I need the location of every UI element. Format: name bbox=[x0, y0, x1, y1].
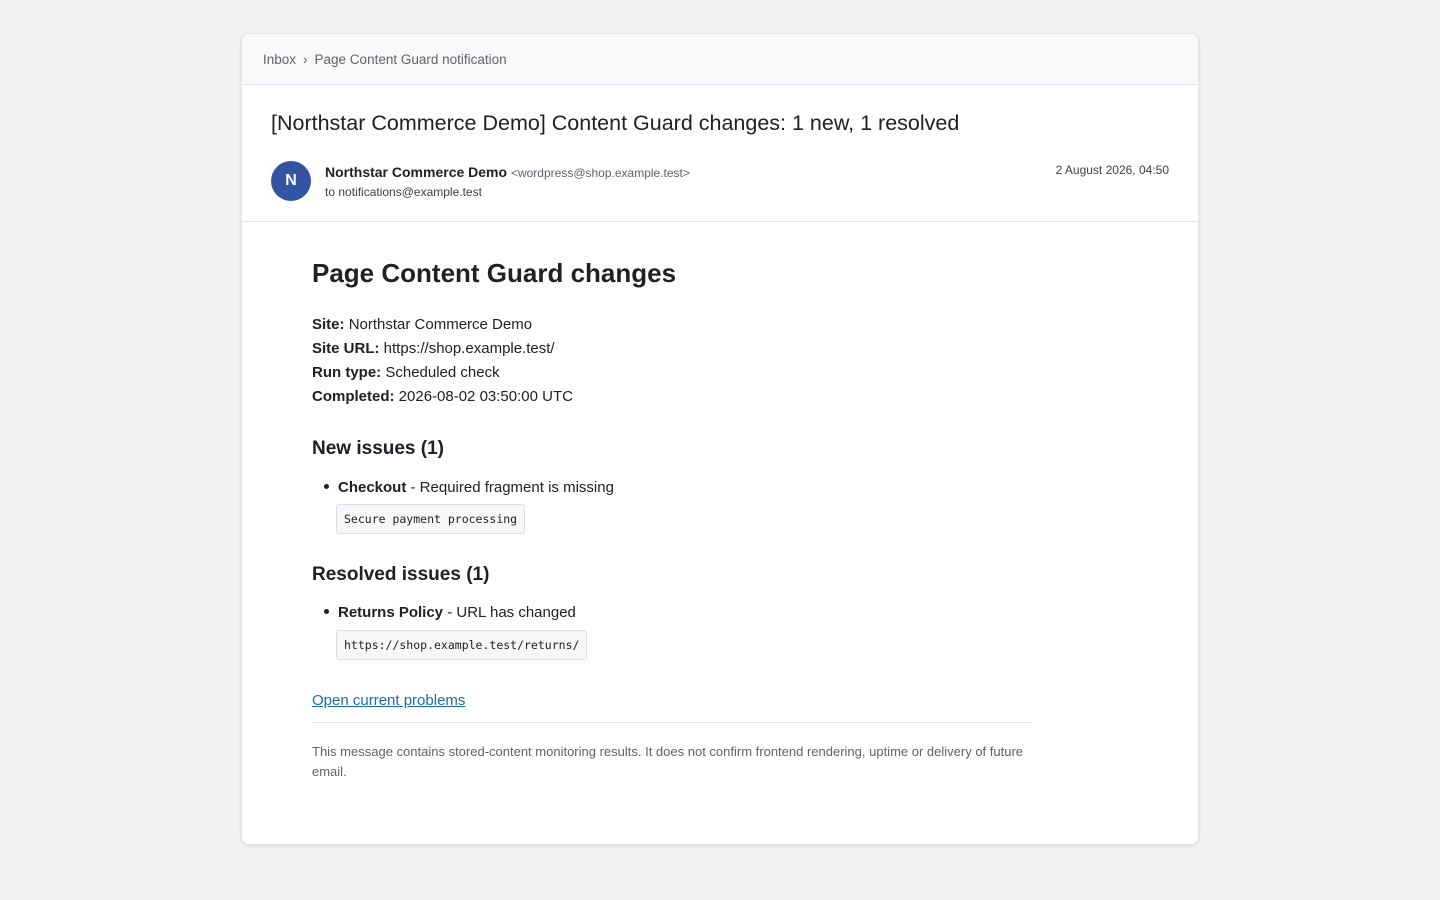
email-subject: [Northstar Commerce Demo] Content Guard … bbox=[271, 111, 960, 135]
bullet-icon bbox=[324, 483, 329, 489]
content-title: Page Content Guard changes bbox=[312, 258, 677, 288]
meta-value: Northstar Commerce Demo bbox=[348, 316, 533, 333]
resolved-issue-item: Returns Policy - URL has changed bbox=[324, 604, 576, 621]
new-issues-heading: New issues (1) bbox=[312, 438, 444, 459]
meta-key: Run type: bbox=[312, 364, 382, 381]
divider bbox=[312, 722, 1032, 723]
new-issue-item: Checkout - Required fragment is missing bbox=[324, 479, 614, 496]
issue-code-snippet: Secure payment processing bbox=[336, 504, 526, 534]
meta-key: Site URL: bbox=[312, 340, 380, 357]
meta-key: Site: bbox=[312, 316, 345, 333]
run-meta: Site: Northstar Commerce Demo Site URL: … bbox=[312, 313, 573, 409]
breadcrumb-current: Page Content Guard notification bbox=[314, 51, 507, 67]
open-current-problems-link[interactable]: Open current problems bbox=[312, 692, 465, 709]
meta-row-site-url: Site URL: https://shop.example.test/ bbox=[312, 337, 573, 361]
meta-value: https://shop.example.test/ bbox=[383, 340, 555, 357]
breadcrumb: Inbox › Page Content Guard notification bbox=[242, 34, 1198, 85]
footer-note: This message contains stored-content mon… bbox=[312, 744, 1024, 779]
issue-page: Returns Policy bbox=[338, 604, 444, 621]
resolved-issues-heading: Resolved issues (1) bbox=[312, 564, 490, 585]
issue-code-snippet: https://shop.example.test/returns/ bbox=[336, 630, 588, 660]
breadcrumb-inbox-link[interactable]: Inbox bbox=[263, 52, 296, 67]
issue-description: - URL has changed bbox=[443, 604, 576, 621]
sender-line: Northstar Commerce Demo <wordpress@shop.… bbox=[325, 164, 690, 180]
avatar: N bbox=[271, 161, 311, 201]
issue-page: Checkout bbox=[338, 479, 407, 496]
email-header: [Northstar Commerce Demo] Content Guard … bbox=[242, 85, 1198, 222]
meta-row-run-type: Run type: Scheduled check bbox=[312, 361, 573, 385]
email-date: 2 August 2026, 04:50 bbox=[1055, 163, 1169, 177]
meta-key: Completed: bbox=[312, 388, 395, 405]
sender-name: Northstar Commerce Demo bbox=[325, 164, 508, 180]
meta-value: Scheduled check bbox=[385, 364, 500, 381]
sender-address: <wordpress@shop.example.test> bbox=[510, 166, 690, 180]
meta-value: 2026-08-02 03:50:00 UTC bbox=[398, 388, 573, 405]
meta-row-site: Site: Northstar Commerce Demo bbox=[312, 313, 573, 337]
breadcrumb-separator: › bbox=[303, 51, 308, 67]
recipient-line: to notifications@example.test bbox=[325, 185, 482, 199]
bullet-icon bbox=[324, 608, 329, 614]
meta-row-completed: Completed: 2026-08-02 03:50:00 UTC bbox=[312, 385, 573, 409]
email-card: Inbox › Page Content Guard notification … bbox=[241, 33, 1199, 845]
issue-description: - Required fragment is missing bbox=[406, 479, 614, 496]
